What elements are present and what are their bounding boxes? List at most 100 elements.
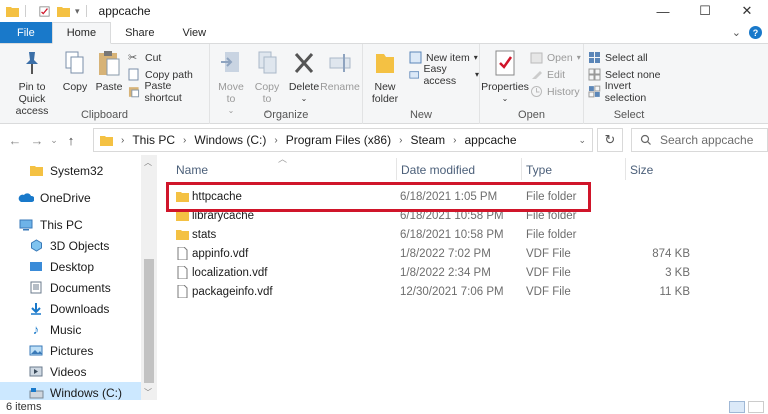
copy-to-icon	[253, 48, 281, 78]
breadcrumb-steam[interactable]: Steam	[410, 133, 445, 147]
file-row-packageinfo[interactable]: packageinfo.vdf 12/30/2021 7:06 PM VDF F…	[170, 282, 750, 301]
highlight-box	[166, 182, 591, 212]
nav-item-system32[interactable]: System32	[28, 160, 141, 181]
select-all-button[interactable]: Select all	[588, 49, 648, 66]
documents-icon	[28, 281, 44, 295]
up-arrow-icon[interactable]: ↑	[60, 133, 82, 148]
copy-to-button[interactable]: Copy to ⌄	[250, 48, 284, 117]
folder-icon[interactable]	[6, 6, 19, 17]
nav-item-music[interactable]: ♪ Music	[28, 319, 141, 340]
nav-item-onedrive[interactable]: OneDrive	[18, 187, 141, 208]
select-none-icon	[588, 68, 601, 81]
column-name[interactable]: Name	[176, 160, 208, 180]
tab-file[interactable]: File	[0, 22, 52, 43]
delete-button[interactable]: Delete ⌄	[288, 48, 320, 105]
new-folder-icon	[371, 48, 399, 78]
open-icon	[530, 52, 543, 64]
refresh-button[interactable]: ↻	[597, 128, 623, 152]
view-buttons	[729, 401, 764, 413]
copy-button[interactable]: Copy	[60, 48, 90, 93]
nav-item-label: System32	[50, 163, 104, 178]
nav-item-label: Pictures	[50, 343, 94, 358]
file-row-stats[interactable]: stats 6/18/2021 10:58 PM File folder	[170, 225, 750, 244]
window-title: appcache	[98, 4, 151, 18]
edit-label: Edit	[547, 68, 566, 81]
column-divider[interactable]	[521, 158, 522, 180]
forward-arrow-icon[interactable]: →	[26, 133, 48, 148]
move-to-button[interactable]: Move to ⌄	[214, 48, 248, 117]
properties-check-icon[interactable]	[38, 5, 51, 17]
close-button[interactable]: ✕	[726, 0, 768, 22]
new-folder-icon[interactable]	[57, 6, 70, 17]
title-bar: ▾ appcache — ☐ ✕	[0, 0, 768, 22]
properties-button[interactable]: Properties ⌄	[481, 48, 529, 105]
file-row-appinfo[interactable]: appinfo.vdf 1/8/2022 7:02 PM VDF File 87…	[170, 244, 750, 263]
breadcrumb-appcache[interactable]: appcache	[464, 133, 516, 147]
nav-scrollbar[interactable]: ︿ ﹀	[141, 155, 157, 400]
scroll-up-icon[interactable]: ︿	[144, 157, 152, 168]
file-name: packageinfo.vdf	[192, 285, 273, 298]
file-icon	[177, 266, 188, 279]
new-group-label: New	[409, 109, 432, 121]
history-button[interactable]: History	[530, 83, 580, 100]
paste-shortcut-button[interactable]: Paste shortcut	[128, 80, 209, 104]
customize-qat-icon[interactable]: ▾	[75, 6, 80, 17]
maximize-button[interactable]: ☐	[684, 0, 726, 22]
column-size[interactable]: Size	[630, 160, 653, 180]
address-row: ← → ⌄ ↑ › This PC › Windows (C:) › Progr…	[0, 125, 768, 155]
nav-item-desktop[interactable]: Desktop	[28, 256, 141, 277]
nav-item-label: Downloads	[50, 301, 110, 316]
nav-item-documents[interactable]: Documents	[28, 277, 141, 298]
paste-button[interactable]: Paste	[94, 48, 124, 93]
large-icons-view-icon[interactable]	[748, 401, 764, 413]
address-bar[interactable]: › This PC › Windows (C:) › Program Files…	[93, 128, 593, 152]
rename-label: Rename	[320, 81, 360, 93]
pin-quick-access-button[interactable]: Pin to Quick access	[4, 48, 60, 117]
select-all-label: Select all	[605, 51, 648, 64]
select-all-icon	[589, 52, 600, 63]
search-input[interactable]: Search appcache	[631, 128, 768, 152]
breadcrumb-this-pc[interactable]: This PC	[132, 133, 175, 147]
folder-icon	[100, 135, 113, 146]
history-icon	[531, 86, 542, 97]
new-folder-button[interactable]: New folder	[365, 48, 405, 105]
file-size: 11 KB	[659, 285, 690, 298]
column-divider[interactable]	[625, 158, 626, 180]
expand-ribbon-icon[interactable]: ⌄	[732, 26, 741, 39]
column-divider[interactable]	[396, 158, 397, 180]
desktop-icon	[28, 260, 44, 274]
invert-selection-button[interactable]: Invert selection	[588, 80, 674, 104]
copy-label: Copy	[62, 81, 88, 93]
easy-access-button[interactable]: Easy access ▾	[409, 63, 479, 87]
tab-home[interactable]: Home	[51, 22, 112, 44]
breadcrumb-windows-c[interactable]: Windows (C:)	[194, 133, 266, 147]
file-icon	[177, 247, 188, 260]
tab-view[interactable]: View	[168, 22, 220, 43]
minimize-button[interactable]: —	[642, 0, 684, 22]
ribbon-right-controls: ⌄ ?	[732, 22, 768, 43]
nav-item-downloads[interactable]: Downloads	[28, 298, 141, 319]
scroll-down-icon[interactable]: ﹀	[144, 387, 152, 398]
recent-locations-chevron-icon[interactable]: ⌄	[48, 135, 60, 146]
breadcrumb-program-files[interactable]: Program Files (x86)	[286, 133, 391, 147]
nav-item-pictures[interactable]: Pictures	[28, 340, 141, 361]
column-date-modified[interactable]: Date modified	[401, 160, 475, 180]
tab-share[interactable]: Share	[111, 22, 168, 43]
cut-button[interactable]: ✂ Cut	[128, 49, 161, 66]
details-view-icon[interactable]	[729, 401, 745, 413]
rename-button[interactable]: Rename	[320, 48, 360, 93]
edit-button[interactable]: Edit	[530, 66, 565, 83]
nav-item-this-pc[interactable]: This PC	[18, 214, 141, 235]
nav-item-3d-objects[interactable]: 3D Objects	[28, 235, 141, 256]
nav-item-label: Windows (C:)	[50, 385, 123, 400]
open-button[interactable]: Open ▾	[530, 49, 581, 66]
help-icon[interactable]: ?	[749, 26, 762, 39]
navigation-pane: System32 OneDrive This PC 3D Objects Des…	[0, 155, 157, 403]
address-dropdown-chevron-icon[interactable]: ⌄	[578, 135, 586, 146]
back-arrow-icon[interactable]: ←	[4, 133, 26, 148]
nav-scrollbar-thumb[interactable]	[144, 259, 154, 383]
nav-item-videos[interactable]: Videos	[28, 361, 141, 382]
column-type[interactable]: Type	[526, 160, 552, 180]
file-row-localization[interactable]: localization.vdf 1/8/2022 2:34 PM VDF Fi…	[170, 263, 750, 282]
new-folder-label: New folder	[371, 81, 399, 105]
